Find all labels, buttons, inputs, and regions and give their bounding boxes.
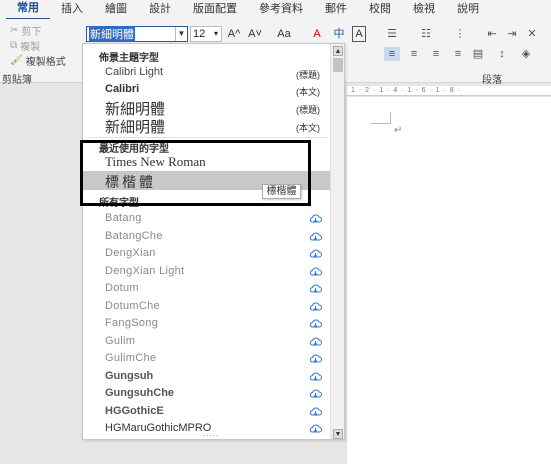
cloud-download-icon[interactable] bbox=[309, 354, 322, 364]
font-tag: (標題) bbox=[296, 105, 320, 115]
scrollbar-thumb[interactable] bbox=[333, 58, 343, 72]
font-size-value: 12 bbox=[193, 28, 206, 40]
document-gray-area bbox=[0, 84, 80, 464]
chinese-layout-icon[interactable]: ✕ bbox=[524, 27, 540, 41]
cloud-download-icon[interactable] bbox=[309, 267, 322, 277]
font-option-dengxian-light[interactable]: DengXian Light bbox=[105, 265, 184, 277]
ribbon-tab-bar: 常用 插入 繪圖 設計 版面配置 參考資料 郵件 校閱 檢視 說明 bbox=[0, 0, 551, 20]
divider bbox=[88, 137, 328, 138]
copy-icon: ⧉ bbox=[10, 40, 18, 51]
font-option-dotum[interactable]: Dotum bbox=[105, 282, 139, 294]
tab-layout[interactable]: 版面配置 bbox=[182, 0, 248, 19]
format-painter-label: 複製格式 bbox=[25, 57, 66, 68]
scroll-down-icon[interactable]: ▼ bbox=[333, 429, 343, 439]
shading-icon[interactable]: ◈ bbox=[518, 47, 534, 61]
font-option-calibri[interactable]: Calibri bbox=[105, 83, 139, 95]
format-painter-button[interactable]: 🖌 複製格式 bbox=[10, 53, 66, 68]
cut-button[interactable]: ✂ 剪下 bbox=[10, 23, 41, 38]
increase-indent-icon[interactable]: ⇥ bbox=[504, 27, 520, 41]
paintbrush-icon: 🖌 bbox=[10, 55, 23, 66]
font-option-gulimche[interactable]: GulimChe bbox=[105, 352, 156, 364]
cloud-download-icon[interactable] bbox=[309, 319, 322, 329]
font-tag: (標題) bbox=[296, 70, 320, 80]
paragraph-group-label: 段落 bbox=[482, 75, 502, 86]
resize-handle[interactable]: ..... bbox=[203, 429, 219, 438]
font-option-dengxian[interactable]: DengXian bbox=[105, 247, 156, 259]
decrease-indent-icon[interactable]: ⇤ bbox=[484, 27, 500, 41]
cut-label: 剪下 bbox=[21, 27, 42, 38]
theme-fonts-header: 佈景主題字型 bbox=[99, 53, 159, 64]
margin-marker bbox=[371, 112, 391, 124]
font-name-value: 新細明體 bbox=[89, 26, 135, 42]
tab-home[interactable]: 常用 bbox=[6, 0, 50, 20]
scissors-icon: ✂ bbox=[10, 25, 19, 36]
phonetic-guide-button[interactable]: 中 bbox=[332, 26, 346, 42]
tab-help[interactable]: 說明 bbox=[446, 0, 490, 19]
align-center-icon[interactable]: ≡ bbox=[406, 47, 422, 61]
cloud-download-icon[interactable] bbox=[309, 214, 322, 224]
copy-label: 複製 bbox=[20, 42, 41, 53]
align-right-icon[interactable]: ≡ bbox=[428, 47, 444, 61]
character-border-button[interactable]: A bbox=[352, 26, 366, 42]
font-tag: (本文) bbox=[296, 87, 320, 97]
justify-icon[interactable]: ≡ bbox=[450, 47, 466, 61]
cloud-download-icon[interactable] bbox=[309, 424, 322, 434]
font-option-gulim[interactable]: Gulim bbox=[105, 335, 135, 347]
font-option-batang[interactable]: Batang bbox=[105, 212, 142, 224]
font-option-gungsuhche[interactable]: GungsuhChe bbox=[105, 387, 174, 399]
paragraph-mark: ↵ bbox=[394, 125, 403, 136]
tab-review[interactable]: 校閱 bbox=[358, 0, 402, 19]
font-option-hggothice[interactable]: HGGothicE bbox=[105, 405, 164, 417]
cloud-download-icon[interactable] bbox=[309, 302, 322, 312]
shrink-font-button[interactable]: A˅ bbox=[247, 26, 263, 42]
tab-references[interactable]: 參考資料 bbox=[248, 0, 314, 19]
cloud-download-icon[interactable] bbox=[309, 389, 322, 399]
font-tag: (本文) bbox=[296, 123, 320, 133]
cloud-download-icon[interactable] bbox=[309, 232, 322, 242]
font-name-input[interactable]: 新細明體 ▼ bbox=[86, 26, 188, 42]
horizontal-ruler[interactable]: 1 · 2 · 1 · 4 · 1 · 6 · 1 · 8 · bbox=[347, 86, 551, 96]
multilevel-list-icon[interactable]: ⋮ bbox=[452, 27, 468, 41]
scroll-up-icon[interactable]: ▲ bbox=[333, 46, 343, 56]
tab-mailings[interactable]: 郵件 bbox=[314, 0, 358, 19]
font-option-pmingliu-body[interactable]: 新細明體 bbox=[105, 116, 165, 137]
change-case-button[interactable]: Aa bbox=[273, 26, 295, 42]
font-size-input[interactable]: 12 ▾ bbox=[190, 26, 222, 42]
dropdown-scrollbar[interactable]: ▲ ▼ bbox=[330, 44, 344, 439]
annotation-highlight-box bbox=[80, 140, 311, 206]
cloud-download-icon[interactable] bbox=[309, 372, 322, 382]
font-option-dotumche[interactable]: DotumChe bbox=[105, 300, 160, 312]
tab-draw[interactable]: 繪圖 bbox=[94, 0, 138, 19]
cloud-download-icon[interactable] bbox=[309, 249, 322, 259]
font-dropdown-list[interactable]: 佈景主題字型 Calibri Light (標題) Calibri (本文) 新… bbox=[82, 43, 345, 440]
grow-font-button[interactable]: A^ bbox=[226, 26, 242, 42]
line-spacing-icon[interactable]: ↕ bbox=[494, 47, 510, 61]
font-option-hgmarugothicmpro[interactable]: HGMaruGothicMPRO bbox=[105, 422, 211, 434]
font-option-batangche[interactable]: BatangChe bbox=[105, 230, 163, 242]
document-page[interactable] bbox=[347, 97, 551, 464]
font-option-fangsong[interactable]: FangSong bbox=[105, 317, 158, 329]
chevron-down-icon[interactable]: ▼ bbox=[175, 27, 187, 41]
font-option-gungsuh[interactable]: Gungsuh bbox=[105, 370, 153, 382]
distributed-icon[interactable]: ▤ bbox=[470, 47, 486, 61]
copy-button[interactable]: ⧉ 複製 bbox=[10, 38, 40, 53]
font-option-calibri-light[interactable]: Calibri Light bbox=[105, 66, 163, 78]
chevron-down-icon[interactable]: ▾ bbox=[211, 27, 221, 41]
clear-format-button[interactable]: A bbox=[310, 26, 324, 42]
cloud-download-icon[interactable] bbox=[309, 407, 322, 417]
bullets-icon[interactable]: ☰ bbox=[384, 27, 400, 41]
cloud-download-icon[interactable] bbox=[309, 337, 322, 347]
tab-design[interactable]: 設計 bbox=[138, 0, 182, 19]
tab-view[interactable]: 檢視 bbox=[402, 0, 446, 19]
numbering-icon[interactable]: ☷ bbox=[418, 27, 434, 41]
align-left-icon[interactable]: ≡ bbox=[384, 47, 400, 61]
tab-insert[interactable]: 插入 bbox=[50, 0, 94, 19]
cloud-download-icon[interactable] bbox=[309, 284, 322, 294]
